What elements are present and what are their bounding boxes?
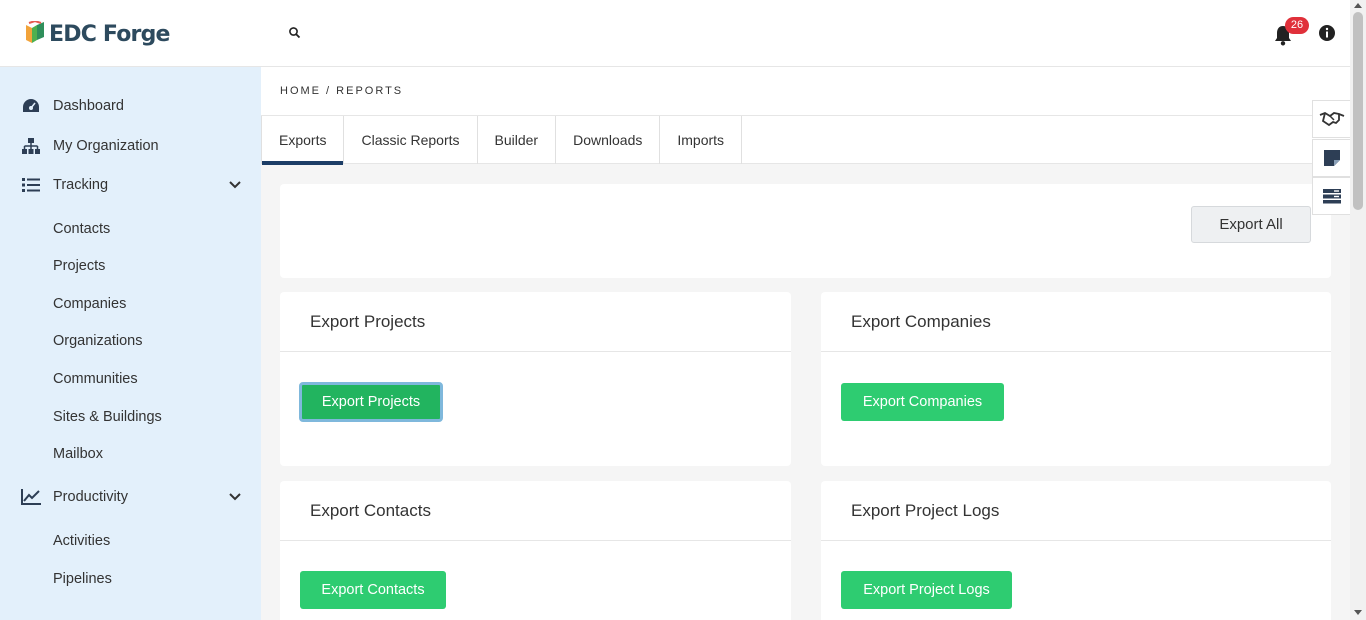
server-list-icon: [1323, 189, 1341, 204]
notification-count-badge: 26: [1285, 17, 1309, 34]
sidebar-item-my-organization[interactable]: My Organization: [0, 127, 261, 165]
export-project-logs-button[interactable]: Export Project Logs: [841, 571, 1012, 609]
top-header: EDC Forge 26: [0, 0, 1350, 67]
export-contacts-button[interactable]: Export Contacts: [300, 571, 446, 609]
scroll-up-arrow-icon[interactable]: [1354, 3, 1362, 8]
export-all-card: Export All: [280, 184, 1331, 278]
tab-downloads[interactable]: Downloads: [556, 116, 661, 164]
layout-tool[interactable]: [1312, 177, 1352, 215]
sidebar-item-productivity[interactable]: Productivity: [0, 478, 261, 516]
sidebar-item-activities[interactable]: Activities: [53, 533, 110, 549]
handshake-tool[interactable]: [1312, 100, 1352, 138]
main-content: HOME / REPORTS Exports Classic Reports B…: [261, 67, 1350, 620]
scroll-thumb[interactable]: [1353, 12, 1363, 210]
card-title: Export Companies: [821, 292, 1331, 352]
breadcrumb: HOME / REPORTS: [280, 85, 404, 97]
search-icon[interactable]: [288, 26, 302, 40]
sidebar-item-tracking[interactable]: Tracking: [0, 166, 261, 204]
breadcrumb-bar: HOME / REPORTS: [261, 67, 1350, 115]
chevron-down-icon[interactable]: [229, 181, 241, 189]
app-logo[interactable]: EDC Forge: [24, 20, 170, 48]
chevron-down-icon[interactable]: [229, 493, 241, 501]
scroll-down-arrow-icon[interactable]: [1354, 610, 1362, 615]
sidebar-item-label: My Organization: [53, 138, 159, 154]
sidebar-item-pipelines[interactable]: Pipelines: [53, 571, 112, 587]
card-title: Export Contacts: [280, 481, 791, 541]
card-title: Export Projects: [280, 292, 791, 352]
export-project-logs-card: Export Project Logs Export Project Logs: [821, 481, 1331, 620]
tab-exports[interactable]: Exports: [261, 116, 345, 165]
tab-bar: Exports Classic Reports Builder Download…: [261, 115, 1350, 165]
dashboard-icon: [21, 97, 41, 115]
sidebar-item-companies[interactable]: Companies: [53, 296, 126, 312]
sticky-note-tool[interactable]: [1312, 139, 1352, 177]
sidebar-item-organizations[interactable]: Organizations: [53, 333, 142, 349]
chart-line-icon: [21, 488, 41, 506]
export-projects-card: Export Projects Export Projects: [280, 292, 791, 466]
sidebar-item-communities[interactable]: Communities: [53, 371, 138, 387]
sidebar-item-sites-buildings[interactable]: Sites & Buildings: [53, 409, 162, 425]
logo-text: EDC Forge: [49, 21, 170, 47]
sticky-note-icon: [1324, 150, 1340, 166]
export-companies-card: Export Companies Export Companies: [821, 292, 1331, 466]
org-chart-icon: [21, 137, 41, 155]
sidebar-item-label: Tracking: [53, 177, 109, 193]
sidebar-item-projects[interactable]: Projects: [53, 258, 105, 274]
info-icon[interactable]: [1318, 24, 1336, 42]
export-companies-button[interactable]: Export Companies: [841, 383, 1004, 421]
list-icon: [21, 176, 41, 194]
export-contacts-card: Export Contacts Export Contacts: [280, 481, 791, 620]
sidebar-item-dashboard[interactable]: Dashboard: [0, 87, 261, 125]
sidebar-item-label: Productivity: [53, 489, 128, 505]
tab-classic-reports[interactable]: Classic Reports: [344, 116, 478, 164]
sidebar-item-mailbox[interactable]: Mailbox: [53, 446, 103, 462]
logo-mark-icon: [26, 21, 44, 43]
export-all-button[interactable]: Export All: [1191, 206, 1311, 243]
page-scrollbar[interactable]: [1350, 0, 1366, 620]
tab-imports[interactable]: Imports: [660, 116, 743, 164]
sidebar-item-label: Dashboard: [53, 98, 124, 114]
export-projects-button[interactable]: Export Projects: [299, 382, 443, 422]
tab-builder[interactable]: Builder: [478, 116, 557, 164]
handshake-icon: [1319, 111, 1345, 127]
card-title: Export Project Logs: [821, 481, 1331, 541]
sidebar: Dashboard My Organization Tracking Conta…: [0, 67, 261, 620]
sidebar-item-contacts[interactable]: Contacts: [53, 221, 110, 237]
